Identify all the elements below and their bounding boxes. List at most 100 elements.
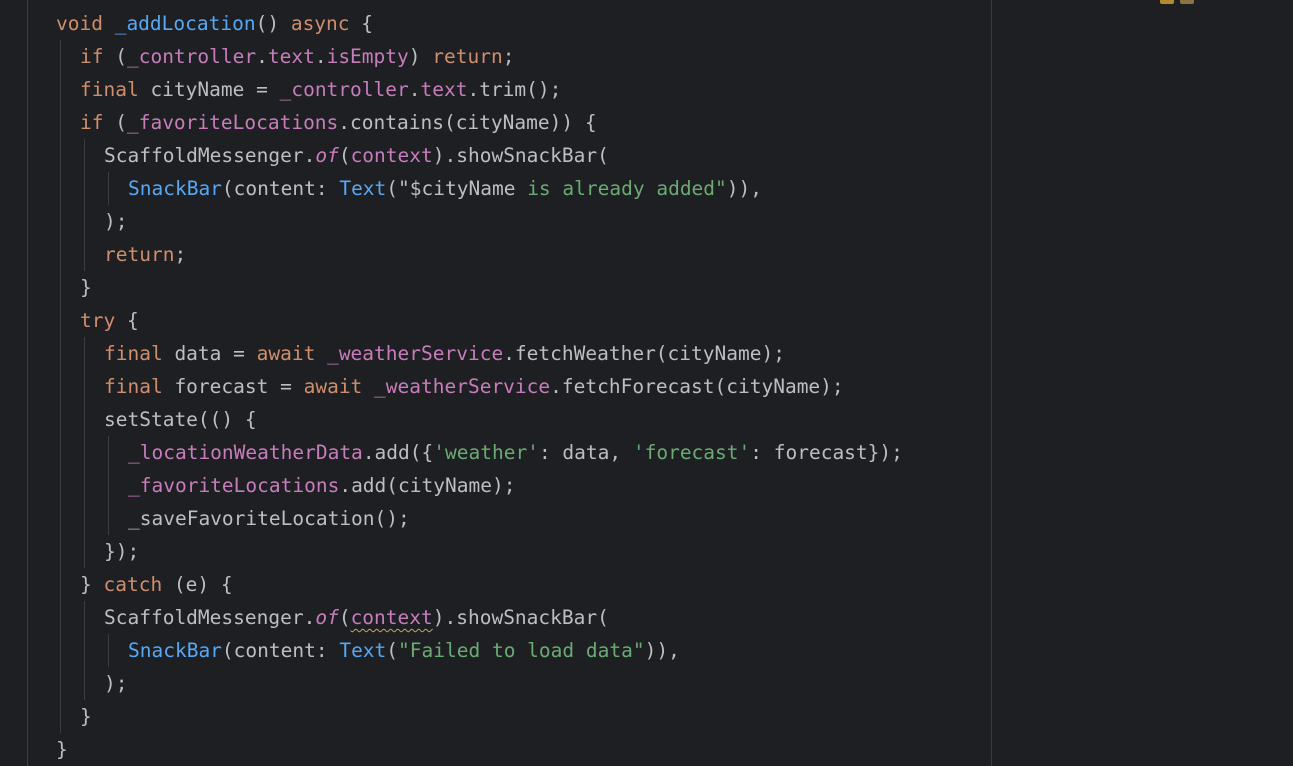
code-line[interactable]: }); [104,535,139,568]
code-line[interactable]: if (_favoriteLocations.contains(cityName… [80,106,597,139]
code-token: final [80,78,139,101]
code-line[interactable]: _locationWeatherData.add({'weather': dat… [128,436,903,469]
code-token: void [56,12,115,35]
code-token: data = [162,342,257,365]
code-token: _addLocation [114,12,256,35]
code-token: Text [339,177,387,200]
indent-guide [84,337,85,568]
code-token: ) [408,45,433,68]
code-token: _weatherService [374,375,551,398]
indent-guide [60,40,61,733]
code-token: .contains(cityName)) { [338,111,597,134]
code-token: { [349,12,374,35]
inspection-widget[interactable] [1160,0,1194,4]
code-token: SnackBar [128,177,222,200]
code-token: async [290,12,350,35]
code-line[interactable]: } [80,271,92,304]
code-token: _favoriteLocations [128,474,340,497]
code-token: )), [726,177,763,200]
code-token: ( [103,111,127,134]
code-token: if [80,45,104,68]
code-line[interactable]: _saveFavoriteLocation(); [128,502,410,535]
code-token: 'weather' [433,441,539,464]
code-token: )), [644,639,680,662]
indent-guide [108,634,109,667]
code-token: "Failed to load data" [398,639,645,662]
code-line[interactable]: return; [104,238,186,271]
code-line[interactable]: _favoriteLocations.add(cityName); [128,469,515,502]
code-token: } [80,573,104,596]
code-token: ( [338,144,351,167]
code-token: . [256,45,268,68]
code-token: context [350,606,433,629]
code-line[interactable]: try { [80,304,139,337]
code-token: ( [103,45,127,68]
code-token: ( [386,639,399,662]
code-line[interactable]: SnackBar(content: Text("Failed to load d… [128,634,680,667]
code-token: forecast = [162,375,304,398]
code-token: }); [104,540,140,563]
code-token: } [56,738,68,761]
code-token: if [80,111,104,134]
code-line[interactable]: ); [104,667,127,700]
warning-icon[interactable] [1160,0,1174,4]
code-token: ( [338,606,351,629]
code-line[interactable]: final forecast = await _weatherService.f… [104,370,844,403]
code-token: ScaffoldMessenger. [104,606,316,629]
code-line[interactable]: } catch (e) { [80,568,233,601]
code-token: final [104,375,163,398]
code-line[interactable]: void _addLocation() async { [56,7,373,40]
code-token: await [303,375,363,398]
indent-guide [84,601,85,700]
code-token: $cityName [409,177,516,200]
code-token: { [115,309,139,332]
indent-guide [27,0,28,766]
weak-warning-icon[interactable] [1180,0,1194,4]
code-token: setState(() { [104,408,257,431]
code-token: _controller [126,45,257,68]
code-token: return [104,243,175,266]
code-line[interactable]: ScaffoldMessenger.of(context).showSnackB… [104,601,609,634]
code-token: catch [103,573,163,596]
code-token: ); [104,210,128,233]
code-token: ); [104,672,128,695]
right-margin-guide [991,0,992,766]
code-token: 'forecast' [632,441,751,464]
code-token: } [80,276,92,299]
code-token: of [315,606,339,629]
code-token: _locationWeatherData [128,441,363,464]
code-editor[interactable]: void _addLocation() async {if (_controll… [0,0,1293,766]
code-token: cityName = [138,78,280,101]
code-token: .trim(); [467,78,562,101]
code-token: (" [386,177,410,200]
code-line[interactable]: if (_controller.text.isEmpty) return; [80,40,514,73]
code-line[interactable]: final data = await _weatherService.fetch… [104,337,785,370]
code-token: .fetchWeather(cityName); [503,342,785,365]
code-line[interactable]: final cityName = _controller.text.trim()… [80,73,561,106]
code-token: return [432,45,503,68]
code-line[interactable]: } [80,700,92,733]
code-token: ).showSnackBar( [432,606,609,629]
code-token: SnackBar [128,639,222,662]
code-token: } [80,705,92,728]
code-token: text [420,78,468,101]
code-token: . [314,45,327,68]
code-line[interactable]: ); [104,205,127,238]
indent-guide [108,436,109,535]
code-token: text [267,45,315,68]
code-line[interactable]: ScaffoldMessenger.of(context).showSnackB… [104,139,609,172]
indent-guide [108,172,109,205]
code-token: _controller [279,78,409,101]
code-line[interactable]: setState(() { [104,403,257,436]
code-token: .fetchForecast(cityName); [550,375,844,398]
code-line[interactable]: SnackBar(content: Text("$cityName is alr… [128,172,762,205]
indent-guide [84,139,85,271]
code-token: of [315,144,339,167]
code-token: is already added" [515,177,727,200]
code-line[interactable]: } [56,733,68,766]
code-area[interactable]: void _addLocation() async {if (_controll… [0,0,990,766]
code-token: () [255,12,291,35]
code-token: Text [339,639,387,662]
